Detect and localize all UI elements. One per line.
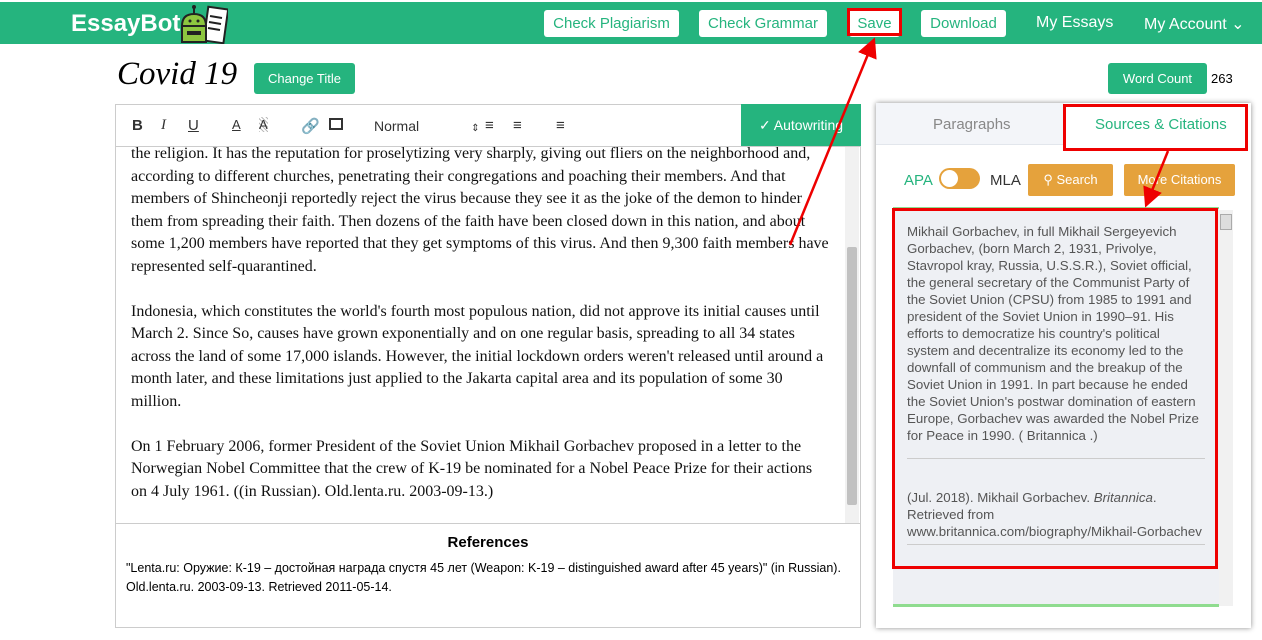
annotation-arrows <box>788 37 1170 246</box>
